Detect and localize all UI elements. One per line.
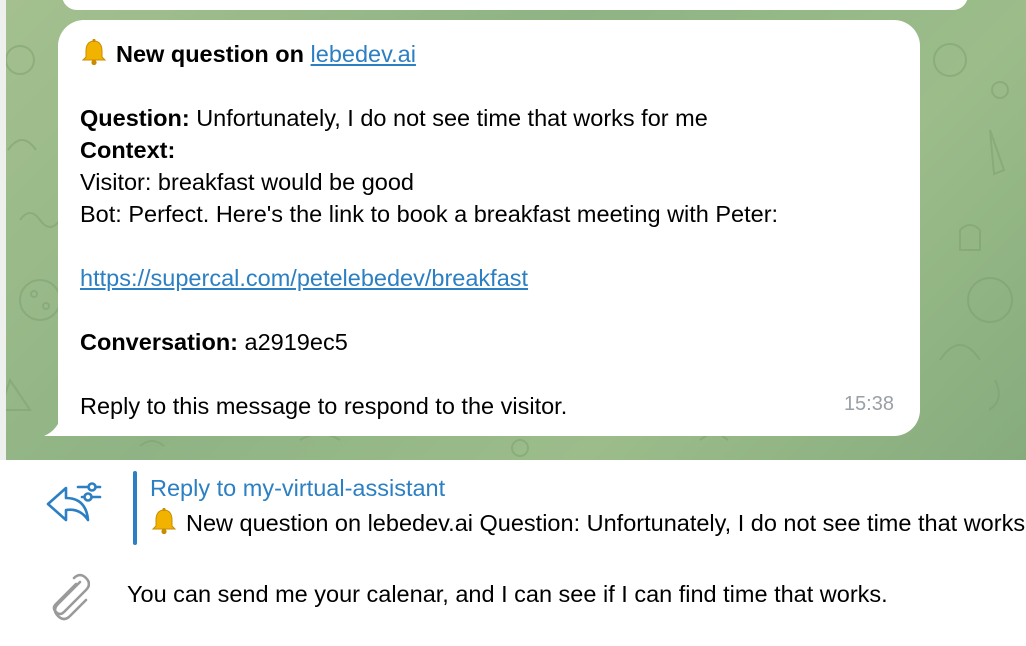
question-line: Question: Unfortunately, I do not see ti…: [80, 102, 896, 134]
context-line: Context:: [80, 134, 896, 166]
reply-options-icon[interactable]: [44, 478, 104, 530]
paperclip-icon[interactable]: [44, 572, 90, 622]
message-timestamp: 15:38: [843, 393, 894, 415]
message-header: New question on lebedev.ai: [80, 38, 896, 70]
chat-background: New question on lebedev.ai Question: Unf…: [0, 0, 1026, 460]
booking-link[interactable]: https://supercal.com/petelebedev/breakfa…: [80, 265, 528, 291]
question-label: Question:: [80, 105, 190, 131]
previous-message-bubble: [62, 0, 968, 10]
visitor-line: Visitor: breakfast would be good: [80, 169, 414, 195]
bell-icon: [81, 39, 107, 66]
bot-line: Bot: Perfect. Here's the link to book a …: [80, 201, 779, 227]
reply-accent-bar: [133, 471, 137, 545]
reply-title[interactable]: Reply to my-virtual-assistant: [150, 475, 445, 502]
message-input[interactable]: You can send me your calenar, and I can …: [127, 581, 888, 608]
reply-preview[interactable]: New question on lebedev.ai Question: Unf…: [150, 507, 1026, 537]
conversation-label: Conversation:: [80, 329, 238, 355]
bell-icon: [151, 508, 177, 535]
incoming-message-bubble[interactable]: New question on lebedev.ai Question: Unf…: [58, 20, 920, 436]
conversation-id: a2919ec5: [238, 329, 348, 355]
conversation-line: Conversation: a2919ec5: [80, 326, 896, 358]
context-label: Context:: [80, 137, 176, 163]
header-link[interactable]: lebedev.ai: [311, 41, 416, 67]
header-prefix: New question on: [116, 41, 311, 67]
question-text: Unfortunately, I do not see time that wo…: [189, 105, 708, 131]
chat-left-edge: [0, 0, 6, 460]
footer-text: Reply to this message to respond to the …: [80, 393, 568, 419]
reply-preview-text: New question on lebedev.ai Question: Unf…: [186, 510, 1026, 536]
